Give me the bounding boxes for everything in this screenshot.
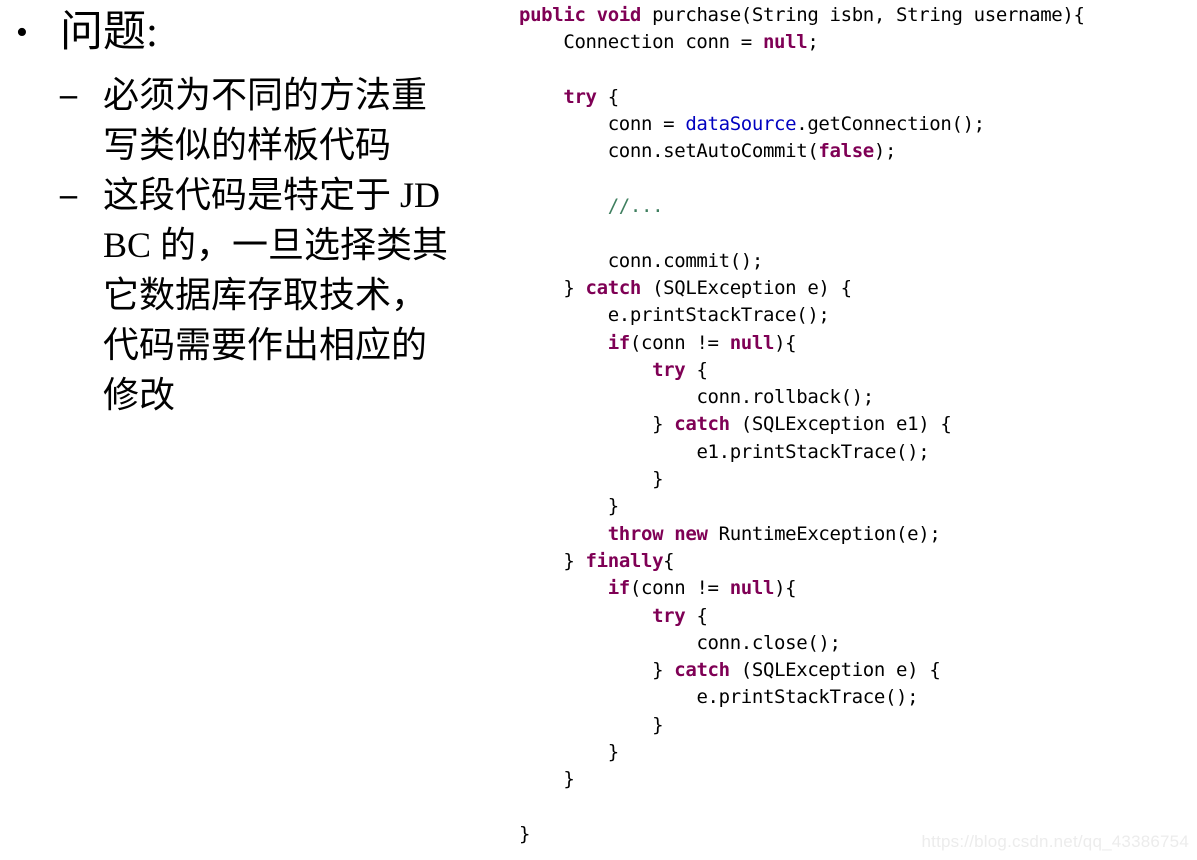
bullet-level2-label: 这段代码是特定于 JDBC 的，一旦选择类其它数据库存取技术，代码需要作出相应的… [103, 175, 449, 415]
bullet-marker-dot: • [16, 14, 28, 51]
bullet-level1-label: 问题: [60, 9, 158, 56]
outline-panel: • 问题: – 必须为不同的方法重写类似的样板代码 – 这段代码是特定于 JDB… [0, 0, 500, 860]
bullet-level1: • 问题: [8, 6, 158, 60]
bullet-level2-item: – 这段代码是特定于 JDBC 的，一旦选择类其它数据库存取技术，代码需要作出相… [60, 170, 453, 420]
bullet-marker-dash: – [60, 176, 77, 213]
bullet-level2-item: – 必须为不同的方法重写类似的样板代码 [60, 70, 453, 170]
bullet-marker-dash: – [60, 76, 77, 113]
slide-canvas: • 问题: – 必须为不同的方法重写类似的样板代码 – 这段代码是特定于 JDB… [0, 0, 1197, 860]
code-listing-panel: public void purchase(String isbn, String… [519, 0, 1197, 860]
java-code-block: public void purchase(String isbn, String… [519, 4, 1085, 845]
watermark-url: https://blog.csdn.net/qq_43386754 [921, 832, 1189, 851]
bullet-level2-label: 必须为不同的方法重写类似的样板代码 [103, 75, 428, 165]
